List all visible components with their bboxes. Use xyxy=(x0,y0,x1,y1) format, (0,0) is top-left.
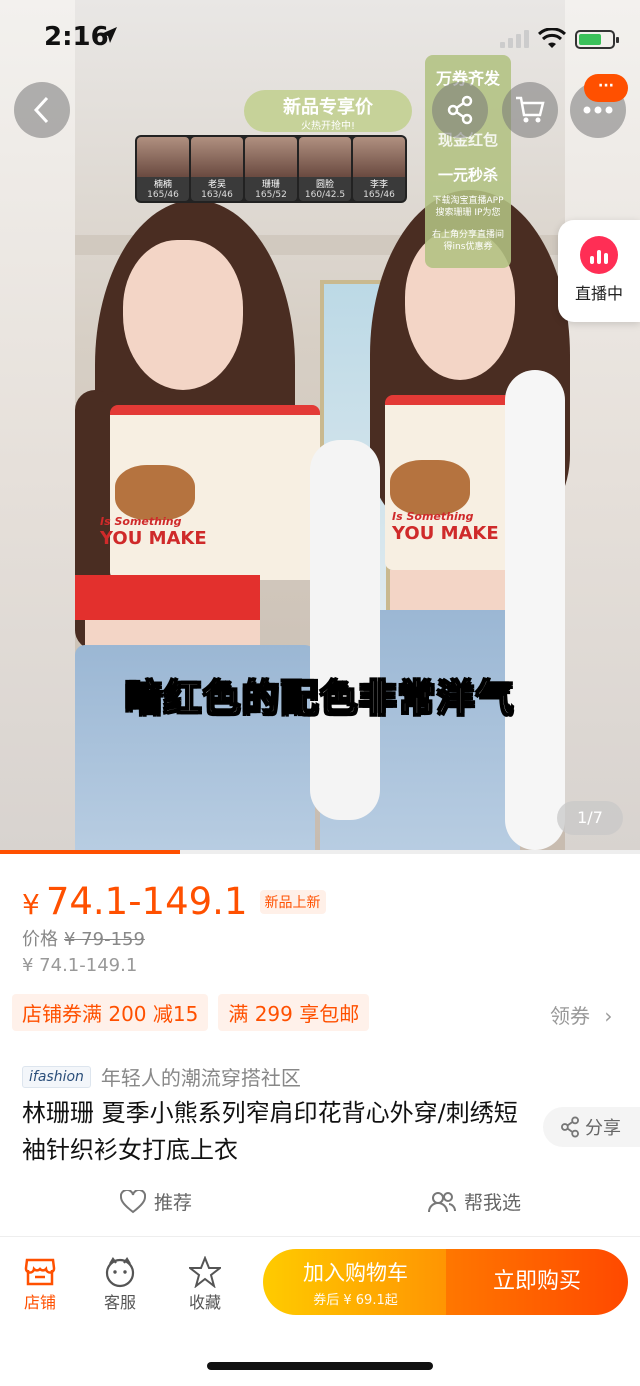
live-label: 直播中 xyxy=(574,284,623,303)
media-progress xyxy=(0,850,640,854)
chevron-right-icon: › xyxy=(604,1004,613,1028)
model-card: 珊珊 165/52 xyxy=(245,137,297,201)
recommend-button[interactable]: 推荐 xyxy=(120,1188,192,1215)
brand-row[interactable]: ifashion 年轻人的潮流穿搭社区 xyxy=(22,1062,301,1091)
cellular-signal-icon xyxy=(500,30,529,48)
product-page: Is Something YOU MAKE Is Something YOU MAK… xyxy=(0,0,640,1386)
share-label: 分享 xyxy=(585,1118,621,1139)
cart-icon xyxy=(516,96,545,123)
bottom-action-bar: 店铺 客服 收藏 加入购物车 券后 ¥ 69.1起 立即购买 xyxy=(0,1236,640,1336)
service-tab[interactable]: 客服 xyxy=(90,1255,150,1313)
back-button[interactable] xyxy=(14,82,70,138)
wifi-icon xyxy=(538,28,566,48)
home-indicator xyxy=(207,1362,433,1370)
people-icon xyxy=(428,1191,456,1212)
current-price: 74.1-149.1 xyxy=(45,880,248,923)
share-icon xyxy=(561,1116,579,1138)
coupon-list: 店铺券满 200 减15 满 299 享包邮 xyxy=(12,994,370,1031)
share-icon xyxy=(447,95,473,125)
live-bars-icon xyxy=(580,236,618,274)
model-card: 圆脸 160/42.5 xyxy=(299,137,351,201)
new-arrival-tag: 新品上新 xyxy=(259,889,326,914)
buy-now-button[interactable]: 立即购买 xyxy=(446,1249,628,1315)
battery-icon xyxy=(575,30,619,49)
price-row: ¥ 74.1-149.1 新品上新 xyxy=(22,880,326,923)
live-entry[interactable]: 直播中 xyxy=(558,220,640,322)
model-card: 楠楠 165/46 xyxy=(137,137,189,201)
model-card: 老吴 163/46 xyxy=(191,137,243,201)
store-coupon[interactable]: 店铺券满 200 减15 xyxy=(12,994,209,1031)
customer-service-icon xyxy=(105,1257,135,1288)
store-tab[interactable]: 店铺 xyxy=(10,1255,70,1313)
video-caption: 暗红色的配色非常洋气 xyxy=(124,676,515,721)
promo-price-pill: 新品专享价 火热开抢中! xyxy=(244,90,412,132)
share-pill[interactable]: 分享 xyxy=(543,1107,640,1147)
chevron-left-icon xyxy=(33,96,49,124)
more-dots-icon xyxy=(583,106,613,114)
favorite-tab[interactable]: 收藏 xyxy=(175,1255,235,1313)
get-coupon-link[interactable]: 领券 › xyxy=(550,1000,612,1029)
model-card: 李李 165/46 xyxy=(353,137,405,201)
promo-subtitle: 火热开抢中! xyxy=(300,121,355,132)
brand-slogan: 年轻人的潮流穿搭社区 xyxy=(100,1066,301,1090)
share-button[interactable] xyxy=(432,82,488,138)
location-arrow-icon xyxy=(101,27,117,43)
currency-symbol: ¥ xyxy=(22,888,40,921)
status-time: 2:16 xyxy=(44,22,109,52)
ifashion-logo: ifashion xyxy=(22,1065,91,1088)
cart-button[interactable] xyxy=(502,82,558,138)
star-icon xyxy=(189,1256,221,1288)
product-title: 林珊珊 夏季小熊系列窄肩印花背心外穿/刺绣短袖针织衫女打底上衣 xyxy=(22,1099,518,1164)
help-choose-button[interactable]: 帮我选 xyxy=(428,1188,521,1215)
image-pager: 1/7 xyxy=(557,801,623,835)
add-to-cart-button[interactable]: 加入购物车 券后 ¥ 69.1起 xyxy=(263,1249,448,1315)
free-shipping-coupon[interactable]: 满 299 享包邮 xyxy=(218,994,370,1031)
store-icon xyxy=(24,1258,56,1286)
model-size-strip: 楠楠 165/46 老吴 163/46 珊珊 165/52 圆脸 160/42.5 李李… xyxy=(135,135,407,203)
promo-title: 新品专享价 xyxy=(283,97,373,118)
price-range: ¥ 74.1-149.1 xyxy=(22,955,138,976)
heart-icon xyxy=(120,1189,146,1213)
original-price: 价格 ¥ 79-159 xyxy=(22,929,145,950)
status-bar: 2:16 xyxy=(0,0,640,80)
